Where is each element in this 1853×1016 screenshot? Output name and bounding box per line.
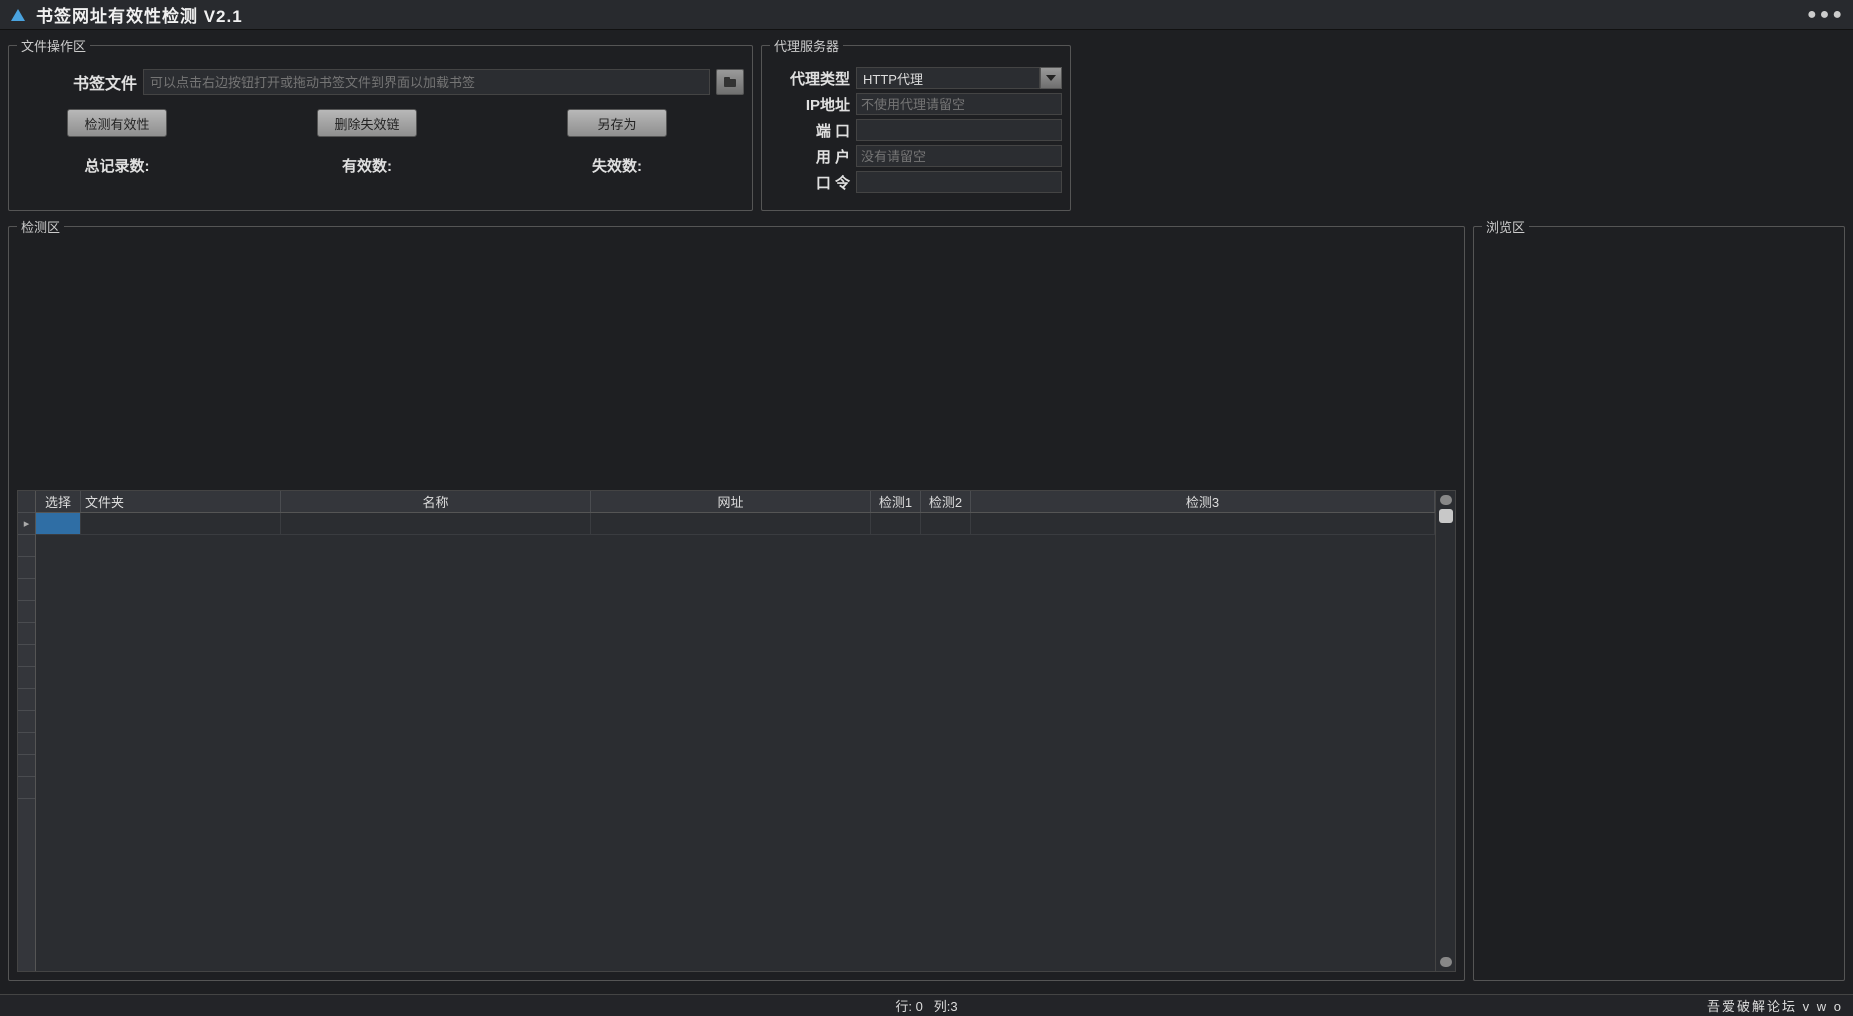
detection-log-area [17,244,1456,484]
col-name[interactable]: 名称 [281,491,591,512]
check-validity-button[interactable]: 检测有效性 [67,109,167,137]
total-records-label: 总记录数: [67,155,167,176]
window-controls[interactable]: ●●● [1807,6,1845,24]
scroll-thumb[interactable] [1439,509,1453,523]
grid-header-row: 选择 文件夹 名称 网址 检测1 检测2 检测3 [36,491,1435,513]
scroll-down-button[interactable] [1440,957,1452,967]
proxy-ip-input[interactable] [856,93,1062,115]
app-icon [8,5,28,25]
proxy-server-panel: 代理服务器 代理类型 HTTP代理 IP地址 端 口 用 户 口 令 [761,36,1071,211]
col-check3[interactable]: 检测3 [971,491,1435,512]
detection-panel-legend: 检测区 [17,217,64,236]
app-title: 书签网址有效性检测 V2.1 [36,2,243,27]
delete-invalid-button[interactable]: 删除失效链 [317,109,417,137]
proxy-user-input[interactable] [856,145,1062,167]
proxy-type-select[interactable]: HTTP代理 [856,67,1040,89]
proxy-type-dropdown-button[interactable] [1040,67,1062,89]
file-operations-panel: 文件操作区 书签文件 检测有效性 删除失效链 另存为 总记录数: 有效数: 失效… [8,36,753,211]
save-as-button[interactable]: 另存为 [567,109,667,137]
col-url[interactable]: 网址 [591,491,871,512]
row-header-current: ▸ [18,513,35,535]
proxy-ip-label: IP地址 [770,94,850,115]
col-folder[interactable]: 文件夹 [81,491,281,512]
proxy-pass-label: 口 令 [770,172,850,193]
valid-count-label: 有效数: [317,155,417,176]
table-row[interactable] [36,513,1435,535]
scroll-up-button[interactable] [1440,495,1452,505]
status-position: 行: 0 列:3 [895,996,957,1015]
invalid-count-label: 失效数: [567,155,667,176]
col-select[interactable]: 选择 [36,491,81,512]
file-panel-legend: 文件操作区 [17,36,90,55]
cell-selected[interactable] [36,513,81,534]
proxy-type-label: 代理类型 [770,68,850,89]
statusbar: 行: 0 列:3 吾爱破解论坛 v w o [0,994,1853,1016]
grid-vertical-scrollbar[interactable] [1435,491,1455,971]
col-check1[interactable]: 检测1 [871,491,921,512]
results-grid[interactable]: ▸ 选择 文件夹 名称 网址 检测1 检测2 检测3 [17,490,1456,972]
proxy-port-label: 端 口 [770,120,850,141]
proxy-pass-input[interactable] [856,171,1062,193]
bookmark-file-label: 书签文件 [17,70,137,94]
browse-panel: 浏览区 [1473,217,1845,981]
col-check2[interactable]: 检测2 [921,491,971,512]
bookmark-file-input[interactable] [143,69,710,95]
proxy-panel-legend: 代理服务器 [770,36,843,55]
proxy-user-label: 用 户 [770,146,850,167]
status-credit: 吾爱破解论坛 v w o [1707,996,1853,1015]
browse-file-button[interactable] [716,69,744,95]
proxy-port-input[interactable] [856,119,1062,141]
detection-panel: 检测区 ▸ 选择 文件夹 名称 网址 检测1 检测2 检测3 [8,217,1465,981]
browse-panel-legend: 浏览区 [1482,217,1529,236]
titlebar: 书签网址有效性检测 V2.1 ●●● [0,0,1853,30]
